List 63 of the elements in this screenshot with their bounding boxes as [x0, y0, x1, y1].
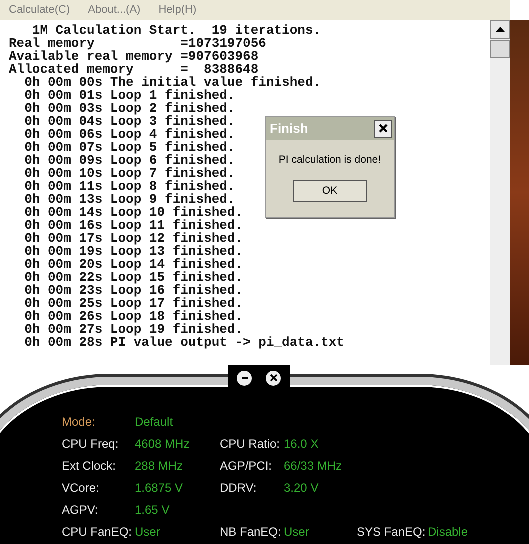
menu-item[interactable]: Help(H) — [158, 4, 197, 16]
setting-label: AGPV: — [62, 503, 100, 517]
log-line: 0h 00m 23s Loop 16 finished. — [24, 284, 244, 297]
log-line: Real memory =1073197056 — [9, 37, 266, 50]
log-line: 0h 00m 13s Loop 9 finished. — [24, 193, 236, 206]
log-line: 0h 00m 16s Loop 11 finished. — [24, 219, 244, 232]
log-line: 0h 00m 09s Loop 6 finished. — [24, 154, 236, 167]
log-line: 0h 00m 10s Loop 7 finished. — [24, 167, 236, 180]
log-line: Available real memory =907603968 — [9, 50, 259, 63]
setting-label: DDRV: — [220, 481, 258, 495]
menu-item[interactable]: About...(A) — [88, 4, 141, 16]
setting-value: 66/33 MHz — [284, 459, 344, 473]
setting-label: SYS FanEQ: — [357, 525, 427, 539]
log-line: 0h 00m 28s PI value output -> pi_data.txt — [24, 336, 344, 349]
minimize-icon — [242, 377, 248, 379]
mode-value: Default — [135, 415, 174, 429]
setting-value: 16.0 X — [284, 437, 320, 451]
minimize-button[interactable] — [237, 370, 252, 386]
log-line: 0h 00m 20s Loop 14 finished. — [24, 258, 244, 271]
setting-value: 1.6875 V — [135, 481, 184, 495]
close-icon — [270, 374, 278, 382]
setting-value: 3.20 V — [284, 481, 320, 495]
log-line: 0h 00m 03s Loop 2 finished. — [24, 102, 236, 115]
log-line: 0h 00m 19s Loop 13 finished. — [24, 245, 244, 258]
log-line: 1M Calculation Start. 19 iterations. — [32, 24, 322, 37]
scroll-thumb[interactable] — [490, 40, 510, 58]
mode-label: Mode: — [62, 415, 96, 429]
setting-label: Ext Clock: — [62, 459, 118, 473]
setting-value: User — [284, 525, 310, 539]
log-line: 0h 00m 11s Loop 8 finished. — [24, 180, 236, 193]
close-button[interactable] — [374, 120, 392, 138]
setting-value: Disable — [428, 525, 470, 539]
setting-label: CPU Freq: — [62, 437, 120, 451]
log-line: 0h 00m 06s Loop 4 finished. — [24, 128, 236, 141]
ok-button[interactable]: OK — [293, 180, 367, 202]
log-line: 0h 00m 25s Loop 17 finished. — [24, 297, 244, 310]
log-line: 0h 00m 26s Loop 18 finished. — [24, 310, 244, 323]
log-line: 0h 00m 01s Loop 1 finished. — [24, 89, 236, 102]
log-line: 0h 00m 22s Loop 15 finished. — [24, 271, 244, 284]
close-button[interactable] — [266, 370, 281, 386]
setting-label: CPU FanEQ: — [62, 525, 134, 539]
dialog-title: Finish — [270, 121, 308, 136]
setting-label: NB FanEQ: — [220, 525, 282, 539]
menu-item[interactable]: Calculate(C) — [9, 4, 70, 16]
setting-value: User — [135, 525, 162, 539]
setting-value: 4608 MHz — [135, 437, 191, 451]
log-line: Allocated memory = 8388648 — [9, 63, 259, 76]
setting-value: 288 MHz — [135, 459, 184, 473]
setting-label: CPU Ratio: — [220, 437, 282, 451]
setting-label: VCore: — [62, 481, 100, 495]
log-line: 0h 00m 04s Loop 3 finished. — [24, 115, 236, 128]
log-line: 0h 00m 27s Loop 19 finished. — [24, 323, 244, 336]
log-line: 0h 00m 17s Loop 12 finished. — [24, 232, 244, 245]
log-line: 0h 00m 14s Loop 10 finished. — [24, 206, 244, 219]
dialog-message: PI calculation is done! — [278, 154, 382, 166]
setting-label: AGP/PCI: — [220, 459, 274, 473]
log-line: 0h 00m 07s Loop 5 finished. — [24, 141, 236, 154]
scroll-up-button[interactable] — [490, 20, 510, 39]
setting-value: 1.65 V — [135, 503, 171, 517]
log-line: 0h 00m 00s The initial value finished. — [24, 76, 322, 89]
scrollbar[interactable] — [490, 20, 510, 365]
up-arrow-icon — [496, 27, 504, 32]
close-icon — [378, 124, 388, 133]
